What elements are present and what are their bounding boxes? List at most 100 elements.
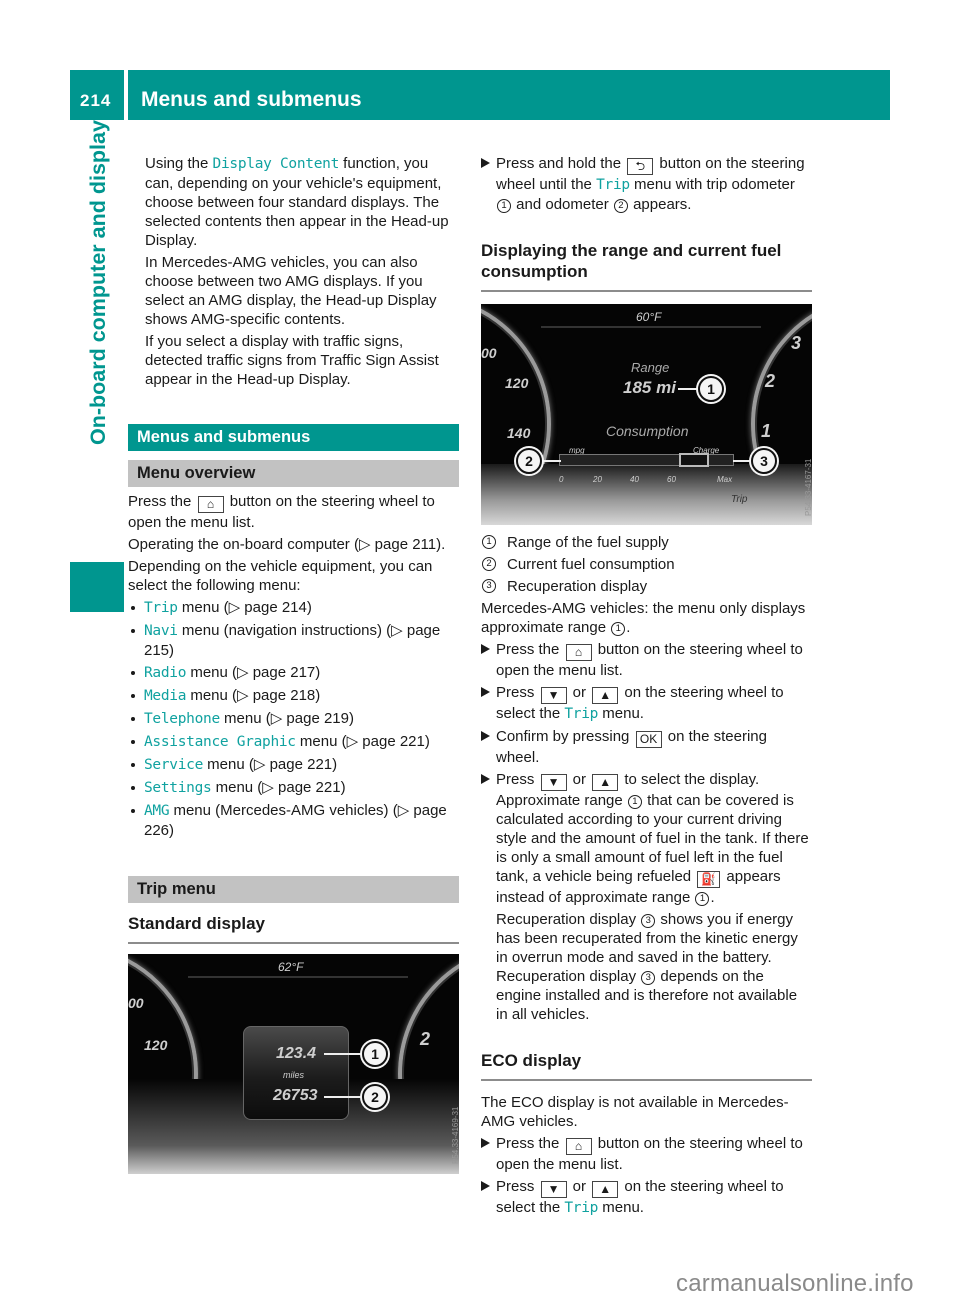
menu-term-navi[interactable]: Navi [144,623,178,639]
callout-ref-1: 1 [695,892,710,906]
section-bar-menus: Menus and submenus [128,424,459,451]
bullet-icon [131,717,135,721]
home-key-icon: ⌂ [197,496,224,513]
overview-paragraph-3: Depending on the vehicle equipment, you … [128,558,433,594]
callout-ref-1: 1 [611,622,626,636]
heading-standard-display: Standard display [128,913,459,944]
list-item: Settings menu (▷ page 221) [128,778,459,798]
site-watermark[interactable]: carmanualsonline.info [676,1270,914,1298]
trip-odometer-value: 123.4 [276,1045,317,1062]
image-code: P54.33-4167-31 [804,458,812,516]
refuel-vehicle-icon: ⛽ [697,871,721,888]
trip-label: Trip [731,494,748,505]
legend-item: 2 Current fuel consumption [481,555,812,574]
speed-label: 120 [505,375,529,391]
step-arrow-icon [481,1181,490,1191]
menu-term-settings[interactable]: Settings [144,780,212,796]
bullet-icon [131,694,135,698]
chapter-tab-marker [70,562,124,612]
home-key-icon: ⌂ [565,1138,592,1155]
back-key-icon: ⮌ [627,158,654,175]
callout-ref-1: 1 [497,199,511,213]
rpm-label: 1 [761,421,772,441]
list-item: Service menu (▷ page 221) [128,755,459,775]
left-column: Using the Display Content function, you … [128,154,459,1174]
callout-leader [678,388,698,390]
right-column: Press and hold the ⮌ button on the steer… [481,154,812,1221]
rpm-label: 2 [420,1029,431,1049]
callout-leader [324,1096,362,1098]
rpm-label: 2 [765,371,776,391]
step-arrow-icon [481,731,490,741]
consumption-label: Consumption [606,423,689,439]
callout-leader [541,460,561,462]
list-item: Navi menu (navigation instructions) (▷ p… [128,621,459,660]
speed-label: 00 [128,995,144,1011]
intro-paragraph-3: If you select a display with traffic sig… [145,333,439,388]
callout-leader [324,1053,362,1055]
step-open-menu: Press the ⌂ button on the steering wheel… [481,1134,812,1174]
step-arrow-icon [481,687,490,697]
down-key-icon: ▼ [540,1181,567,1198]
home-key-icon: ⌂ [565,644,592,661]
menu-term-trip[interactable]: Trip [144,600,178,616]
up-key-icon: ▲ [592,1181,619,1198]
up-key-icon: ▲ [592,687,619,704]
callout-ref-1: 1 [627,795,642,809]
recuperation-paragraph-2: Recuperation display 3 depends on the en… [496,968,798,1023]
speed-label: 120 [144,1037,168,1053]
menu-term-display-content[interactable]: Display Content [213,156,340,172]
speed-label: 140 [507,425,531,441]
menu-term-trip[interactable]: Trip [564,706,598,722]
callout-leader [733,460,753,462]
overview-paragraph-1: Press the ⌂ button on the steering wheel… [128,493,435,531]
callout-ref-1: 1 [482,535,496,549]
menu-term-trip[interactable]: Trip [596,177,630,193]
step-select-display: Press ▼ or ▲ to select the display. Appr… [481,770,812,1024]
scale-label: 20 [593,475,602,484]
callout-2: 2 [516,448,542,474]
bullet-icon [131,809,135,813]
chapter-side-label: On-board computer and displays [86,108,110,445]
step-select-trip: Press ▼ or ▲ on the steering wheel to se… [481,683,812,724]
up-key-icon: ▲ [592,774,619,791]
list-item: AMG menu (Mercedes-AMG vehicles) (▷ page… [128,801,459,840]
menu-term-service[interactable]: Service [144,757,203,773]
menu-term-telephone[interactable]: Telephone [144,711,220,727]
overview-paragraph-2: Operating the on-board computer (▷ page … [128,536,446,553]
bullet-icon [131,763,135,767]
step-confirm-ok: Confirm by pressing OK on the steering w… [481,727,812,767]
outside-temperature: 62°F [278,960,304,974]
legend-item: 3 Recuperation display [481,577,812,596]
range-display-image: 60°F 00 120 140 160 3 2 1 0 Range 185 mi… [481,304,812,525]
bullet-icon [131,671,135,675]
menu-term-assistance-graphic[interactable]: Assistance Graphic [144,734,296,750]
menu-list: Trip menu (▷ page 214) Navi menu (naviga… [128,598,459,840]
range-paragraph: Approximate range 1 that can be covered … [496,792,809,906]
recuperation-bar [679,453,709,467]
list-item: Assistance Graphic menu (▷ page 221) [128,732,459,752]
bullet-icon [131,606,135,610]
ok-key-icon: OK [635,731,662,748]
menu-term-amg[interactable]: AMG [144,803,170,819]
menu-term-trip[interactable]: Trip [564,1200,598,1216]
intro-paragraph-1: Using the Display Content function, you … [145,155,449,249]
callout-ref-3: 3 [641,914,656,928]
callout-ref-2: 2 [482,557,496,571]
range-label: Range [631,360,670,375]
menu-term-radio[interactable]: Radio [144,665,186,681]
scale-label: 0 [559,475,564,484]
callout-1: 1 [698,376,724,402]
callout-ref-3: 3 [641,971,656,985]
range-value: 185 mi [623,378,676,397]
overview-section: Press the ⌂ button on the steering wheel… [128,492,459,595]
list-item: Trip menu (▷ page 214) [128,598,459,618]
distance-unit: miles [283,1070,305,1080]
speed-label: 00 [481,345,497,361]
down-key-icon: ▼ [540,687,567,704]
menu-term-media[interactable]: Media [144,688,186,704]
down-key-icon: ▼ [540,774,567,791]
heading-eco-display: ECO display [481,1050,812,1081]
image-code: P54.33-4169-31 [451,1106,459,1164]
standard-display-image: 62°F 00 120 140 160 2 1 123.4 miles 2675… [128,954,459,1174]
